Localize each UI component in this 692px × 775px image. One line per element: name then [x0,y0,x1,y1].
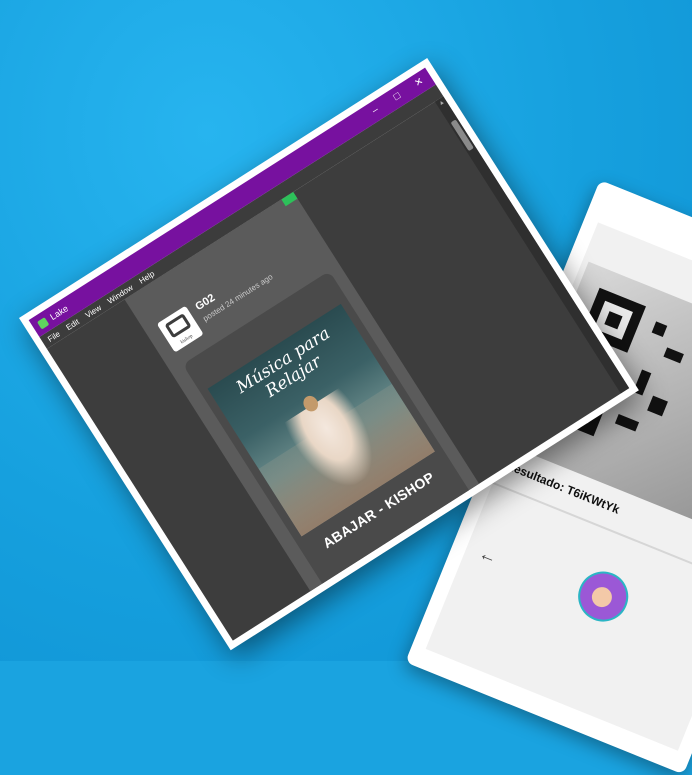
author-avatar[interactable]: kishop [156,305,204,353]
avatar [570,563,636,630]
app-icon [36,316,50,330]
scroll-up-icon[interactable]: ▲ [436,98,448,108]
back-arrow-icon[interactable]: ← [476,543,500,569]
avatar-caption: kishop [179,333,194,346]
kishop-logo-icon [164,313,192,339]
